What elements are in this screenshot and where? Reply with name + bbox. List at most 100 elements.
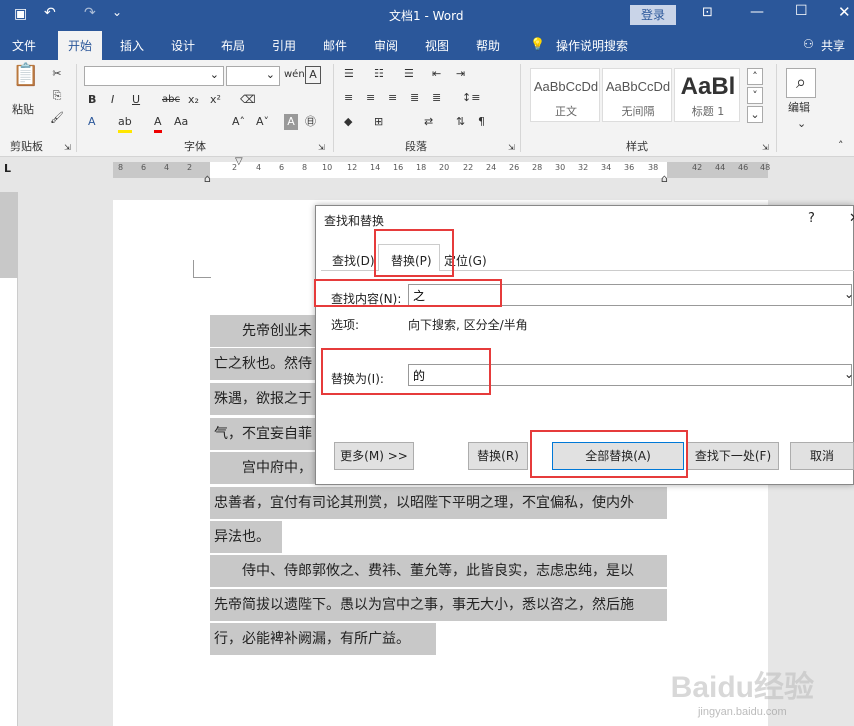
editing-dropdown-icon[interactable]: ⌄	[797, 116, 806, 132]
find-history-chevron-icon[interactable]: ⌄	[844, 287, 854, 301]
share-button[interactable]: 共享	[821, 37, 845, 54]
document-line[interactable]: 行，必能裨补阙漏，有所广益。	[210, 623, 436, 655]
text-effects-icon[interactable]: A	[88, 114, 96, 130]
decrease-indent-icon[interactable]: ⇤	[432, 66, 441, 82]
tab-design[interactable]: 设计	[171, 37, 195, 54]
character-shading-icon[interactable]: A	[284, 114, 298, 130]
customize-toolbar-icon[interactable]: ⌄	[112, 5, 122, 19]
cut-icon[interactable]: ✂	[50, 66, 64, 82]
align-left-icon[interactable]: ≡	[344, 90, 353, 106]
tab-insert[interactable]: 插入	[120, 37, 144, 54]
subscript-icon[interactable]: x₂	[188, 92, 199, 108]
increase-indent-icon[interactable]: ⇥	[456, 66, 465, 82]
style-no-spacing[interactable]: AaBbCcDd 无间隔	[602, 68, 672, 122]
italic-icon[interactable]: I	[111, 92, 114, 108]
tell-me-search[interactable]: 操作说明搜索	[556, 37, 628, 54]
maximize-icon[interactable]: ☐	[795, 3, 808, 19]
phonetic-guide-icon[interactable]: wén	[284, 67, 305, 83]
style-heading-1[interactable]: AaBl 标题 1	[674, 68, 740, 122]
help-button[interactable]: ?	[808, 211, 815, 226]
distributed-icon[interactable]: ≣	[432, 90, 441, 106]
replace-history-chevron-icon[interactable]: ⌄	[844, 367, 854, 381]
tab-help[interactable]: 帮助	[476, 37, 500, 54]
right-indent-marker-icon[interactable]: ⌂	[661, 172, 668, 185]
dialog-close-icon[interactable]: ✕	[849, 211, 854, 226]
bullets-icon[interactable]: ☰	[344, 66, 354, 82]
document-line[interactable]: 先帝简拔以遗陛下。愚以为宫中之事，事无大小，悉以咨之，然后施	[210, 589, 667, 621]
styles-scroll-up-icon[interactable]: ˄	[747, 68, 763, 85]
copy-icon[interactable]: ⎘	[50, 88, 64, 104]
more-button[interactable]: 更多(M) >>	[334, 442, 414, 470]
tab-references[interactable]: 引用	[272, 37, 296, 54]
shrink-font-icon[interactable]: A˅	[256, 114, 269, 130]
save-icon[interactable]: ▣	[14, 6, 27, 22]
tab-home[interactable]: 开始	[58, 31, 103, 60]
paste-button[interactable]: 粘贴	[12, 102, 34, 118]
numbering-icon[interactable]: ☷	[374, 66, 384, 82]
shading-icon[interactable]: ◆	[344, 114, 352, 130]
character-border-icon[interactable]: A	[305, 66, 321, 84]
tab-file[interactable]: 文件	[12, 37, 36, 54]
change-case-icon[interactable]: Aa	[174, 114, 188, 130]
highlight-color-icon[interactable]: ab	[118, 114, 132, 133]
font-name-combo[interactable]: ⌄	[84, 66, 224, 86]
paragraph-launcher-icon[interactable]: ⇲	[508, 140, 515, 156]
replace-with-input[interactable]	[408, 364, 852, 386]
paste-icon[interactable]: 📋	[12, 65, 40, 98]
redo-icon[interactable]: ↷	[84, 5, 96, 21]
style-name: 正文	[555, 105, 577, 118]
find-what-input[interactable]	[408, 284, 852, 306]
collapse-ribbon-icon[interactable]: ˄	[838, 138, 844, 154]
multilevel-list-icon[interactable]: ☰	[404, 66, 414, 82]
close-icon[interactable]: ✕	[838, 3, 851, 21]
tab-review[interactable]: 审阅	[374, 37, 398, 54]
styles-launcher-icon[interactable]: ⇲	[762, 140, 769, 156]
replace-button[interactable]: 替换(R)	[468, 442, 528, 470]
font-size-combo[interactable]: ⌄	[226, 66, 280, 86]
sort-icon[interactable]: ⇅	[456, 114, 465, 130]
tab-goto[interactable]: 定位(G)	[444, 252, 487, 269]
undo-icon[interactable]: ↶	[44, 5, 56, 21]
replace-all-button[interactable]: 全部替换(A)	[552, 442, 684, 470]
tab-layout[interactable]: 布局	[221, 37, 245, 54]
editing-button[interactable]: 编辑	[788, 100, 810, 116]
font-launcher-icon[interactable]: ⇲	[318, 140, 325, 156]
ribbon-display-icon[interactable]: ⊡	[702, 5, 713, 20]
tab-replace-active[interactable]: 替换(P)	[378, 244, 440, 271]
share-icon: ⚇	[803, 37, 814, 51]
first-line-indent-marker-icon[interactable]: ▽	[235, 156, 243, 167]
style-normal[interactable]: AaBbCcDd 正文	[530, 68, 600, 122]
underline-icon[interactable]: U	[132, 92, 140, 108]
bold-icon[interactable]: B	[88, 92, 96, 108]
find-next-button[interactable]: 查找下一处(F)	[687, 442, 779, 470]
enclose-characters-icon[interactable]: ㊐	[305, 114, 316, 130]
align-center-icon[interactable]: ≡	[366, 90, 375, 106]
styles-group-label: 样式	[626, 140, 648, 153]
superscript-icon[interactable]: x²	[210, 92, 221, 108]
document-line[interactable]: 忠善者，宜付有司论其刑赏，以昭陛下平明之理，不宜偏私，使内外	[210, 487, 667, 519]
login-button[interactable]: 登录	[630, 5, 676, 25]
styles-more-icon[interactable]: ⌄	[747, 106, 763, 123]
line-spacing-icon[interactable]: ↕≡	[462, 90, 480, 106]
tab-mailings[interactable]: 邮件	[323, 37, 347, 54]
tab-view[interactable]: 视图	[425, 37, 449, 54]
font-color-icon[interactable]: A	[154, 114, 162, 133]
minimize-icon[interactable]: —	[750, 4, 764, 20]
justify-icon[interactable]: ≣	[410, 90, 419, 106]
styles-scroll-down-icon[interactable]: ˅	[747, 87, 763, 104]
find-search-icon[interactable]: ⌕	[786, 68, 816, 98]
clipboard-launcher-icon[interactable]: ⇲	[64, 140, 71, 156]
cancel-button[interactable]: 取消	[790, 442, 854, 470]
chinese-layout-icon[interactable]: ⇄	[424, 114, 433, 130]
borders-icon[interactable]: ⊞	[374, 114, 383, 130]
align-right-icon[interactable]: ≡	[388, 90, 397, 106]
show-marks-icon[interactable]: ¶	[478, 114, 485, 130]
strikethrough-icon[interactable]: abc	[162, 92, 180, 108]
format-painter-icon[interactable]: 🖌	[50, 110, 64, 126]
grow-font-icon[interactable]: A˄	[232, 114, 245, 130]
document-line[interactable]: 异法也。	[210, 521, 282, 553]
tab-find[interactable]: 查找(D)	[332, 252, 375, 269]
left-indent-marker-icon[interactable]: ⌂	[204, 172, 211, 185]
clear-formatting-icon[interactable]: ⌫	[240, 92, 256, 108]
document-line[interactable]: 侍中、侍郎郭攸之、费祎、董允等，此皆良实，志虑忠纯，是以	[210, 555, 667, 587]
